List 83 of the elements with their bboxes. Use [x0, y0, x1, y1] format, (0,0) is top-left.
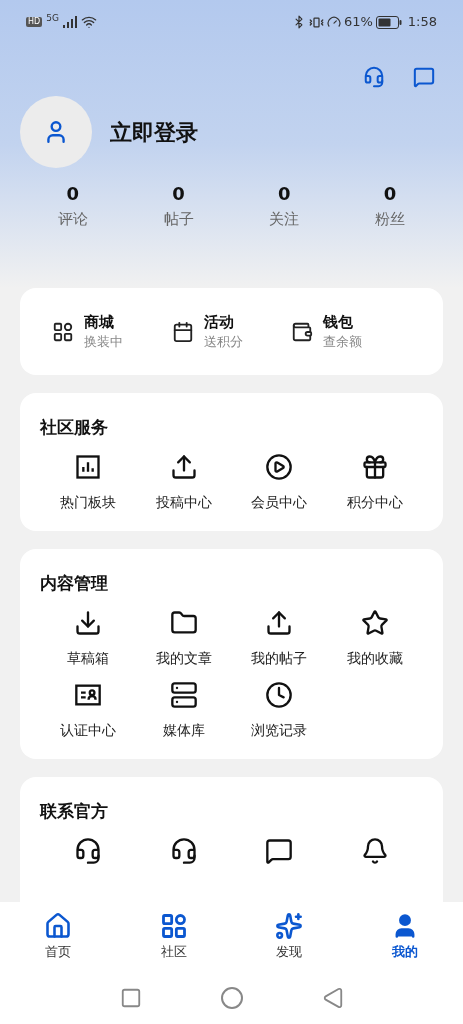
signal-icon: [62, 16, 77, 28]
network-label: 5G: [46, 14, 59, 23]
nav-tab[interactable]: 社区: [115, 912, 232, 962]
section-title: 内容管理: [40, 572, 109, 595]
service-label: 积分中心: [347, 493, 404, 511]
star-icon: [361, 609, 390, 637]
vibrate-icon: [308, 14, 324, 30]
folder-icon: [169, 609, 198, 637]
stat-label[interactable]: 粉丝: [375, 206, 406, 232]
gift-icon: [361, 453, 390, 481]
play-icon: [265, 453, 294, 481]
stat-count: 0: [172, 182, 185, 206]
nav-tab[interactable]: 发现: [231, 912, 348, 962]
service-item[interactable]: 浏览记录: [231, 681, 328, 739]
grid-icon: [52, 320, 74, 343]
quick-link-subtitle: 送积分: [203, 332, 243, 351]
download-icon: [73, 609, 102, 637]
quick-link-title: 商城: [84, 311, 115, 332]
section-title: 联系官方: [40, 800, 109, 823]
stat-count: 0: [66, 182, 80, 206]
section-title: 社区服务: [40, 416, 109, 439]
customer-service-button[interactable]: [363, 66, 385, 88]
service-label: 投稿中心: [155, 493, 212, 511]
service-item[interactable]: 媒体库: [135, 681, 232, 739]
clock-icon: [265, 681, 294, 709]
login-link[interactable]: 立即登录: [110, 115, 198, 149]
message-icon: [265, 837, 294, 865]
stat-count: 0: [383, 182, 397, 206]
headset-icon: [363, 66, 385, 88]
bar-chart-icon: [73, 453, 102, 481]
headset-icon: [73, 837, 102, 865]
service-label: 热门板块: [59, 493, 116, 511]
service-item[interactable]: 积分中心: [327, 453, 423, 511]
service-label: 会员中心: [251, 493, 308, 511]
quick-link-subtitle: 换装中: [84, 332, 123, 351]
stat-label[interactable]: 关注: [269, 206, 300, 232]
quick-link[interactable]: 活动 送积分: [171, 311, 292, 352]
service-label: 我的文章: [155, 649, 212, 667]
quick-link-title: 活动: [203, 311, 235, 332]
service-label: 认证中心: [59, 721, 116, 739]
message-icon: [413, 66, 435, 88]
service-item[interactable]: 草稿箱: [40, 609, 136, 667]
headset-icon: [169, 837, 198, 865]
service-label: 我的收藏: [347, 649, 404, 667]
wallet-icon: [291, 320, 314, 343]
service-item[interactable]: 认证中心: [40, 681, 136, 739]
upload-icon: [169, 453, 198, 481]
service-item[interactable]: 我的收藏: [327, 609, 423, 667]
stat-count: 0: [278, 182, 291, 206]
service-item[interactable]: 我的帖子: [231, 609, 328, 667]
service-label: 浏览记录: [251, 721, 308, 739]
quick-link-subtitle: 查余额: [323, 332, 363, 351]
service-item[interactable]: 我的文章: [135, 609, 232, 667]
recents-button[interactable]: [119, 987, 142, 1009]
service-item[interactable]: 会员中心: [231, 453, 328, 511]
nav-tab[interactable]: 我的: [347, 912, 463, 962]
upload-icon: [265, 609, 294, 637]
hd-badge: HD: [26, 17, 43, 27]
home-button[interactable]: [219, 986, 244, 1010]
clock-time: 1:58: [407, 13, 437, 32]
calendar-icon: [171, 320, 194, 343]
storage-icon: [169, 681, 198, 709]
bell-icon: [361, 837, 390, 865]
service-label: 我的帖子: [251, 649, 308, 667]
home-icon: [43, 912, 72, 941]
grid-icon: [159, 912, 188, 941]
wifi-icon: [80, 14, 97, 30]
back-button[interactable]: [321, 987, 344, 1009]
nav-tab[interactable]: 首页: [0, 912, 116, 962]
battery-percent: 61%: [343, 13, 373, 32]
battery-icon: [375, 15, 402, 29]
gauge-icon: [326, 15, 341, 29]
quick-link[interactable]: 商城 换装中: [52, 311, 172, 352]
stat-label[interactable]: 帖子: [163, 206, 194, 232]
service-item[interactable]: 热门板块: [40, 453, 136, 511]
service-item[interactable]: 投稿中心: [135, 453, 232, 511]
service-label: 媒体库: [162, 721, 205, 739]
stat-label[interactable]: 评论: [57, 206, 88, 232]
service-label: 草稿箱: [66, 649, 109, 667]
quick-link[interactable]: 钱包 查余额: [291, 311, 411, 352]
messages-button[interactable]: [413, 66, 435, 88]
sparkle-icon: [275, 912, 304, 941]
quick-link-title: 钱包: [323, 311, 355, 332]
